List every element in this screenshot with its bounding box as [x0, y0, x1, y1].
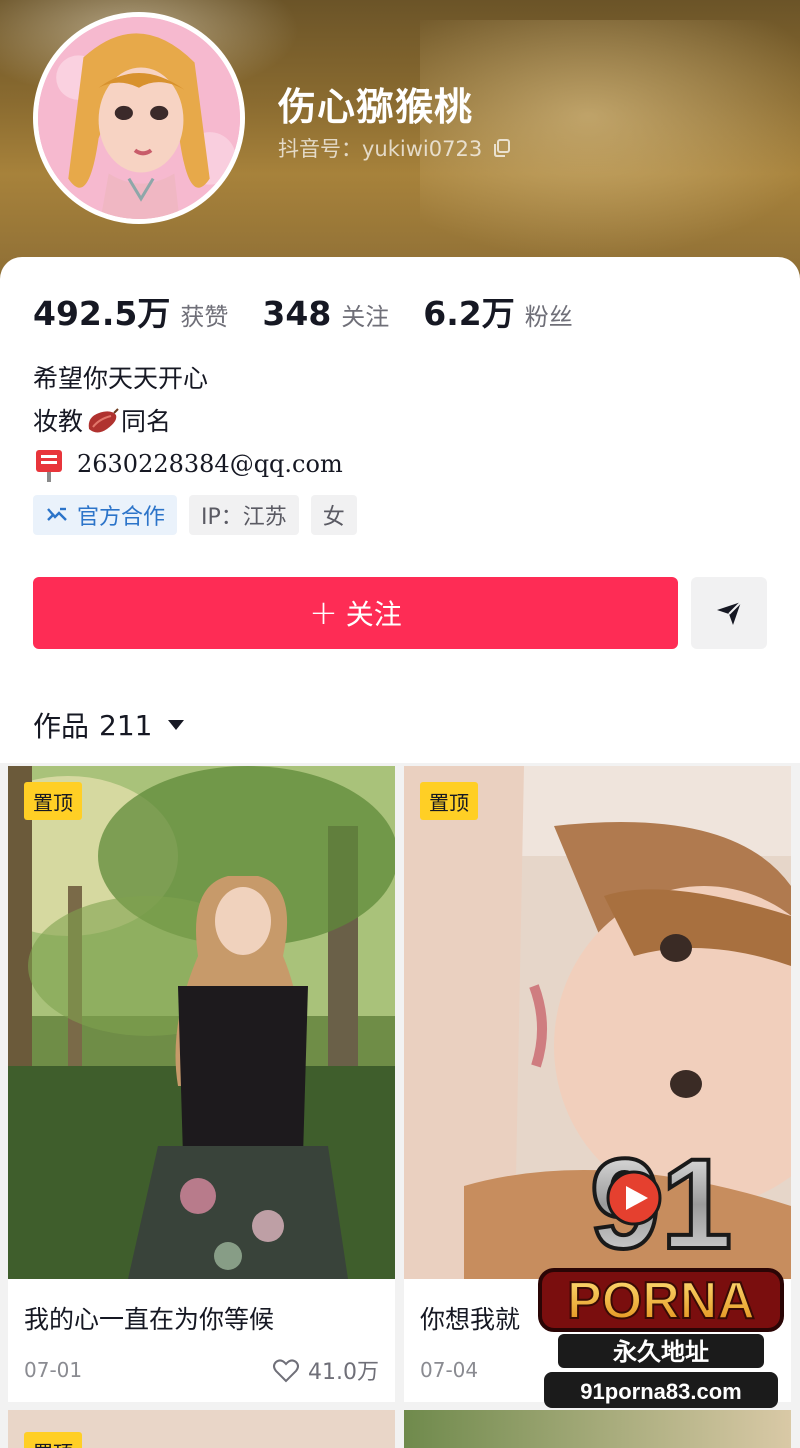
stat-likes: 492.5万 获赞 [33, 287, 228, 335]
follow-button[interactable]: + 关注 [33, 577, 678, 649]
pinned-badge: 置顶 [24, 1432, 82, 1448]
profile-header: 伤心猕猴桃 抖音号：yukiwi0723 [0, 0, 800, 290]
email: 2630228384@qq.com [77, 450, 343, 478]
watermark-domain: 91porna83.com [580, 1379, 741, 1404]
video-title: 我的心一直在为你等候 [24, 1305, 275, 1334]
stat-followers[interactable]: 6.2万 粉丝 [423, 287, 572, 335]
works-label: 作品 [33, 710, 90, 743]
video-thumbnail [8, 766, 395, 1279]
video-card[interactable] [404, 1410, 791, 1448]
follow-button-label: 关注 [345, 598, 402, 631]
video-likes-count: 41.0万 [308, 1360, 379, 1385]
video-title: 你想我就 [420, 1305, 521, 1334]
watermark-brand: PORNA [567, 1272, 755, 1330]
message-button[interactable] [691, 577, 767, 649]
bio-line-2-suffix: 同名 [121, 407, 172, 436]
watermark-graphic: 91 PORNA 永久地址 91porna83.com [538, 1131, 784, 1408]
plus-icon: + [309, 593, 338, 633]
forest-portrait-image [8, 766, 395, 1279]
watermark-slogan: 永久地址 [613, 1338, 709, 1366]
tag-gender: 女 [310, 495, 357, 535]
douyin-id[interactable]: 抖音号：yukiwi0723 [278, 133, 512, 163]
douyin-id-text: 抖音号：yukiwi0723 [278, 137, 483, 161]
heart-icon [273, 1359, 299, 1383]
stat-followers-label: 粉丝 [524, 303, 573, 331]
video-card[interactable]: 置顶 我的心一直在为你等候 07-01 41.0万 [8, 766, 395, 1402]
tag-official-cooperation-label: 官方合作 [77, 505, 166, 530]
stats-row: 492.5万 获赞 348 关注 6.2万 粉丝 [33, 287, 607, 335]
profile-info-card: 492.5万 获赞 348 关注 6.2万 粉丝 希望你天天开心 妆教 同名 2… [0, 257, 800, 763]
works-tab[interactable]: 作品 211 [33, 705, 185, 745]
bio-line-1-text: 希望你天天开心 [33, 364, 209, 393]
bio-line-2-prefix: 妆教 [33, 407, 84, 436]
video-likes: 41.0万 [272, 1354, 379, 1386]
stat-likes-label: 获赞 [180, 303, 229, 331]
bio-line-1: 希望你天天开心 [33, 357, 343, 400]
tag-official-cooperation[interactable]: 官方合作 [33, 495, 178, 535]
bio: 希望你天天开心 妆教 同名 2630228384@qq.com [33, 357, 343, 486]
video-thumbnail [404, 1410, 791, 1448]
video-date: 07-04 [420, 1358, 479, 1382]
video-card[interactable]: 置顶 [8, 1410, 395, 1448]
copy-icon[interactable] [492, 138, 512, 158]
send-icon [717, 601, 742, 625]
bio-email-row: 2630228384@qq.com [33, 443, 343, 486]
handshake-icon [47, 507, 67, 521]
pinned-badge: 置顶 [420, 782, 478, 820]
bio-line-2: 妆教 同名 [33, 400, 343, 443]
video-date: 07-01 [24, 1358, 83, 1382]
works-count: 211 [99, 708, 153, 742]
watermark-logo: 91 PORNA 永久地址 91porna83.com [536, 1130, 786, 1415]
anime-avatar-image [38, 17, 240, 219]
tag-ip-location: IP：江苏 [189, 495, 299, 535]
tags-row: 官方合作 IP：江苏 女 [33, 495, 357, 535]
stat-likes-value: 492.5万 [33, 294, 171, 333]
stat-following[interactable]: 348 关注 [262, 294, 389, 333]
stat-followers-value: 6.2万 [423, 294, 515, 333]
stat-following-label: 关注 [341, 303, 390, 331]
mailbox-icon [36, 449, 62, 482]
caret-down-icon [168, 720, 185, 730]
pinned-badge: 置顶 [24, 782, 82, 820]
stat-following-value: 348 [262, 294, 332, 333]
nickname: 伤心猕猴桃 [278, 85, 474, 129]
sweet-potato-icon [88, 407, 119, 432]
avatar[interactable] [33, 12, 245, 224]
